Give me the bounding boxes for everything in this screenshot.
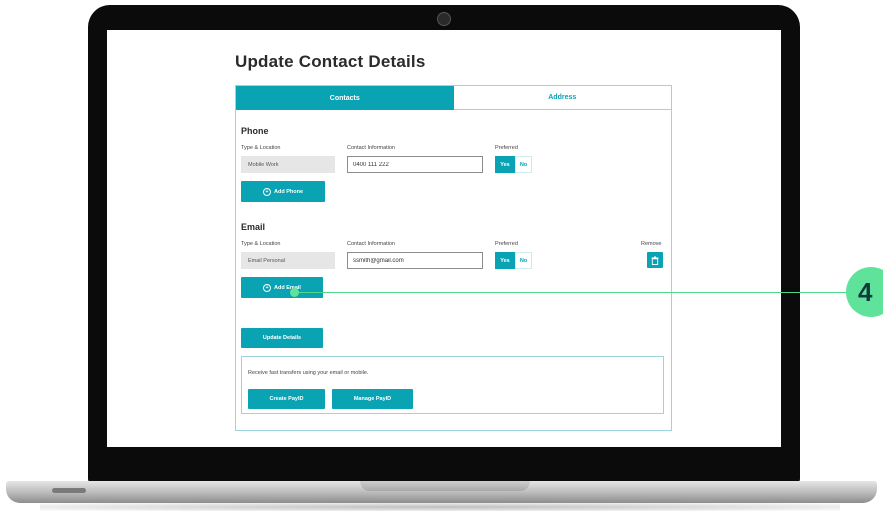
contact-panel: Contacts Address Phone Type & Location C… [235,85,672,431]
tab-address[interactable]: Address [453,86,671,110]
create-payid-button[interactable]: Create PayID [248,389,325,409]
add-email-button[interactable]: + Add Email [241,277,323,298]
laptop-shadow [40,503,840,511]
phone-contact-label: Contact Information [347,145,395,151]
add-phone-button[interactable]: + Add Phone [241,181,325,202]
callout-dot [290,288,299,297]
phone-preferred-label: Preferred [495,145,518,151]
phone-preferred-toggle: Yes No [495,156,532,173]
phone-preferred-no[interactable]: No [515,156,532,173]
phone-type-field: Mobile Work [241,156,335,173]
add-phone-label: Add Phone [273,188,304,195]
tab-contacts[interactable]: Contacts [236,86,454,110]
phone-type-label: Type & Location [241,145,281,151]
tab-bar: Contacts Address [236,86,671,110]
email-preferred-yes[interactable]: Yes [495,252,515,269]
email-remove-label: Remove [641,241,662,247]
screen: Update Contact Details Contacts Address … [107,30,781,447]
email-preferred-toggle: Yes No [495,252,532,269]
laptop-base-slot [52,488,86,493]
phone-preferred-yes[interactable]: Yes [495,156,515,173]
payid-box: Receive fast transfers using your email … [241,356,664,414]
page-title: Update Contact Details [235,52,426,71]
plus-circle-icon: + [262,187,271,196]
email-preferred-label: Preferred [495,241,518,247]
update-details-button[interactable]: Update Details [241,328,323,348]
manage-payid-button[interactable]: Manage PayID [332,389,413,409]
phone-section-title: Phone [241,126,269,136]
email-contact-label: Contact Information [347,241,395,247]
callout-badge: 4 [846,267,883,317]
remove-email-button[interactable] [647,252,663,268]
email-type-label: Type & Location [241,241,281,247]
trash-icon [651,256,659,265]
email-address-input[interactable] [347,252,483,269]
callout-line [295,292,849,293]
laptop-base-notch [360,481,530,491]
email-type-field: Email Personal [241,252,335,269]
camera-icon [437,12,451,26]
email-preferred-no[interactable]: No [515,252,532,269]
email-section-title: Email [241,222,266,232]
plus-circle-icon: + [263,283,272,292]
payid-description: Receive fast transfers using your email … [248,370,369,376]
phone-number-input[interactable] [347,156,483,173]
